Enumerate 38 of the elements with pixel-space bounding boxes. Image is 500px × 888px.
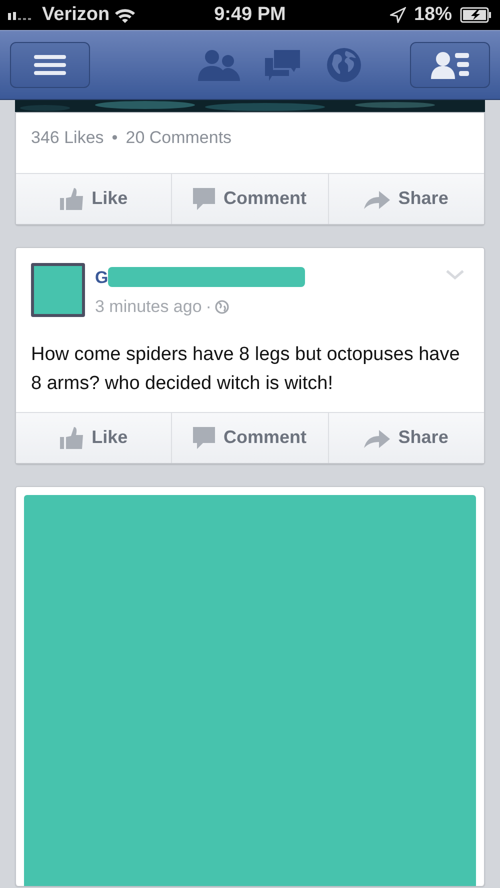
speech-bubble-icon [193, 188, 216, 210]
like-button[interactable]: Like [16, 174, 172, 224]
contact-card-icon [431, 51, 469, 79]
globe-icon [326, 47, 362, 83]
friends-list-button[interactable] [410, 42, 490, 88]
comment-button[interactable]: Comment [172, 412, 329, 462]
menu-icon [34, 52, 66, 77]
chat-bubbles-icon [264, 48, 302, 82]
friend-requests-button[interactable] [198, 48, 240, 82]
like-button[interactable]: Like [16, 412, 172, 462]
menu-button[interactable] [10, 42, 90, 88]
post-text: How come spiders have 8 legs but octopuses have 8 arms? who decided witch is witch! [30, 342, 461, 396]
battery-icon [460, 7, 492, 23]
avatar-redaction [31, 262, 85, 316]
notifications-button[interactable] [326, 47, 362, 83]
wifi-icon [114, 7, 136, 23]
speech-bubble-icon [193, 426, 216, 448]
author-name: G [95, 266, 108, 288]
share-arrow-icon [364, 188, 390, 208]
comment-button[interactable]: Comment [172, 174, 329, 224]
carrier-name: Verizon [42, 2, 110, 27]
messages-button[interactable] [264, 48, 302, 82]
status-time: 9:49 PM [213, 2, 287, 27]
thumbs-up-icon [60, 426, 84, 450]
share-button[interactable]: Share [328, 412, 484, 462]
separator-dot: • [112, 127, 118, 149]
separator-dot: · [206, 296, 212, 318]
comments-count: 20 Comments [126, 127, 232, 149]
globe-icon [215, 300, 230, 314]
battery-percent: 18% [414, 2, 452, 27]
likes-count: 346 Likes [31, 127, 104, 149]
thumbs-up-icon [60, 186, 84, 210]
chevron-down-icon [446, 270, 464, 280]
location-icon [390, 7, 406, 23]
share-button[interactable]: Share [328, 174, 484, 224]
post-time: 3 minutes ago [95, 296, 202, 318]
people-icon [198, 48, 240, 82]
share-arrow-icon [364, 428, 390, 448]
